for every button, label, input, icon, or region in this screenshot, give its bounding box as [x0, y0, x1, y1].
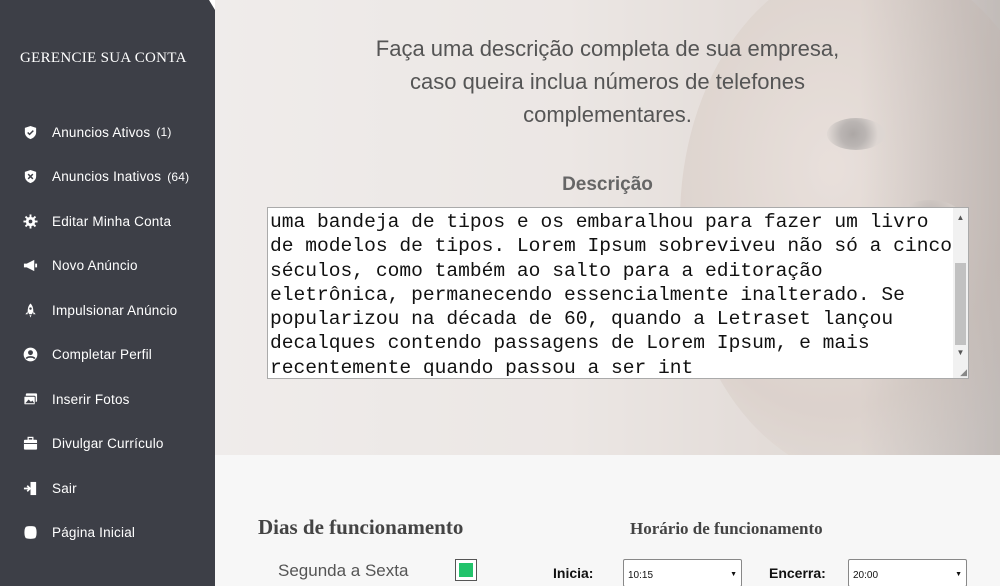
chevron-down-icon: ▼	[730, 571, 737, 578]
images-icon	[22, 391, 38, 407]
sidebar-item-divulgar-curriculo[interactable]: Divulgar Currículo	[0, 422, 215, 467]
sidebar-item-pagina-inicial[interactable]: Página Inicial	[0, 511, 215, 556]
sidebar-item-completar-perfil[interactable]: Completar Perfil	[0, 333, 215, 378]
description-label: Descrição	[562, 174, 653, 195]
start-label: Inicia:	[553, 565, 594, 581]
description-section: Faça uma descrição completa de sua empre…	[215, 0, 1000, 455]
home-icon	[22, 525, 38, 541]
sidebar-item-sair[interactable]: Sair	[0, 466, 215, 511]
count-badge: (64)	[167, 169, 190, 184]
shield-x-icon	[22, 169, 38, 185]
start-time-value: 10:15	[628, 570, 654, 581]
description-textarea[interactable]: uma bandeja de tipos e os embaralhou par…	[267, 207, 969, 379]
sidebar-item-novo-anuncio[interactable]: Novo Anúncio	[0, 244, 215, 289]
sign-out-icon	[22, 480, 38, 496]
scrollbar-thumb[interactable]	[955, 263, 966, 345]
end-time-value: 20:00	[853, 570, 879, 581]
end-time-select[interactable]: 20:00 ▼	[848, 559, 967, 586]
instruction-line: complementares.	[523, 102, 692, 127]
shield-check-icon	[22, 124, 38, 140]
description-text[interactable]: uma bandeja de tipos e os embaralhou par…	[270, 210, 952, 376]
sidebar-item-label: Completar Perfil	[52, 347, 152, 363]
sidebar-item-label: Divulgar Currículo	[52, 436, 164, 452]
user-circle-icon	[22, 347, 38, 363]
sidebar-item-anuncios-inativos[interactable]: Anuncios Inativos (64)	[0, 155, 215, 200]
resize-grip-icon[interactable]: ◢	[957, 367, 967, 377]
count-badge: (1)	[156, 125, 172, 140]
sidebar-item-impulsionar[interactable]: Impulsionar Anúncio	[0, 288, 215, 333]
briefcase-icon	[22, 436, 38, 452]
chevron-down-icon: ▼	[955, 571, 962, 578]
sidebar-item-inserir-fotos[interactable]: Inserir Fotos	[0, 377, 215, 422]
scroll-up-arrow-icon[interactable]: ▲	[953, 210, 968, 225]
rocket-icon	[22, 302, 38, 318]
sidebar-item-label: Página Inicial	[52, 525, 136, 541]
sidebar-item-label: Inserir Fotos	[52, 391, 130, 407]
sidebar-title: GERENCIE SUA CONTA	[20, 50, 187, 66]
sidebar-item-label: Editar Minha Conta	[52, 213, 172, 229]
sidebar-item-label: Novo Anúncio	[52, 258, 138, 274]
sidebar-item-anuncios-ativos[interactable]: Anuncios Ativos (1)	[0, 110, 215, 155]
sidebar-item-editar-conta[interactable]: Editar Minha Conta	[0, 199, 215, 244]
sidebar-menu: Anuncios Ativos (1) Anuncios Inativos (6…	[0, 110, 215, 555]
sidebar: GERENCIE SUA CONTA Anuncios Ativos (1) A…	[0, 0, 215, 586]
sidebar-item-label: Sair	[52, 480, 77, 496]
description-instructions: Faça uma descrição completa de sua empre…	[215, 32, 1000, 131]
instruction-line: Faça uma descrição completa de sua empre…	[375, 36, 840, 61]
day-label: Segunda a Sexta	[278, 561, 409, 580]
sidebar-item-label: Impulsionar Anúncio	[52, 302, 178, 318]
hours-title: Horário de funcionamento	[630, 519, 823, 538]
sidebar-item-label: Anuncios Ativos	[52, 124, 151, 140]
sidebar-item-label: Anuncios Inativos	[52, 169, 162, 185]
checkbox-fill	[459, 563, 473, 577]
days-title: Dias de funcionamento	[258, 515, 464, 539]
gear-icon	[22, 213, 38, 229]
textarea-scrollbar[interactable]: ▲ ▼	[953, 208, 968, 378]
instruction-line: caso queira inclua números de telefones	[409, 69, 806, 94]
end-label: Encerra:	[769, 565, 826, 581]
schedule-section: Dias de funcionamento Horário de funcion…	[215, 455, 1000, 586]
megaphone-icon	[22, 258, 38, 274]
start-time-select[interactable]: 10:15 ▼	[623, 559, 742, 586]
scroll-down-arrow-icon[interactable]: ▼	[953, 345, 968, 360]
day-checkbox[interactable]	[455, 559, 477, 581]
